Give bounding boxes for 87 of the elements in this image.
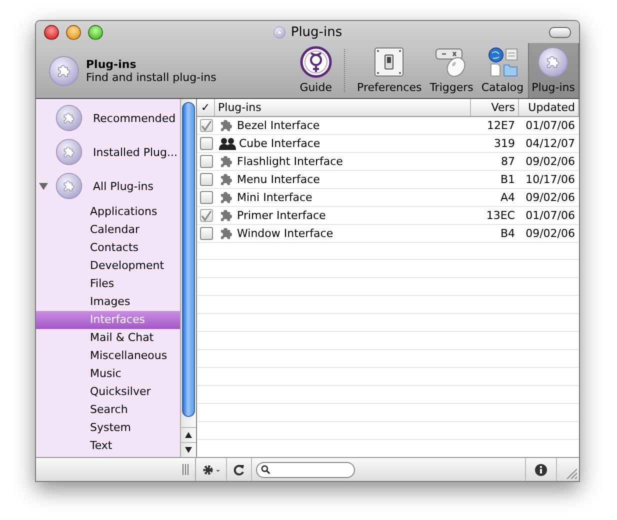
switch-panel-icon: [373, 46, 406, 78]
info-icon[interactable]: [535, 464, 547, 476]
sidebar-item[interactable]: Images: [36, 293, 180, 311]
sidebar-item[interactable]: Files: [36, 275, 180, 293]
toolbar-button[interactable]: Triggers: [426, 43, 478, 98]
resize-grip-icon[interactable]: [566, 468, 577, 479]
version-cell: 319: [494, 137, 515, 150]
search-icon: [261, 464, 270, 475]
checkbox[interactable]: [200, 137, 212, 150]
version-cell: 12E7: [487, 119, 515, 132]
version-cell: 13EC: [486, 209, 515, 222]
puzzle-piece-icon: [219, 172, 234, 187]
header-subtitle: Find and install plug-ins: [86, 70, 216, 84]
date-cell: 10/17/06: [526, 173, 575, 186]
sidebar-item[interactable]: Development: [36, 257, 180, 275]
minimize-button[interactable]: [66, 24, 81, 40]
puzzle-piece-icon: [219, 154, 234, 169]
toolbar-button[interactable]: Plug-ins: [528, 43, 579, 98]
plugin-name: Menu Interface: [237, 173, 320, 186]
sidebar-item[interactable]: Music: [36, 365, 180, 383]
scroll-thumb[interactable]: [182, 102, 195, 417]
plugin-name: Flashlight Interface: [237, 155, 343, 168]
people-icon: [219, 137, 236, 150]
column-header[interactable]: Updated: [519, 99, 579, 116]
toolbar-button[interactable]: Guide: [296, 43, 336, 98]
disclosure-triangle-icon[interactable]: [39, 182, 48, 190]
date-cell: 09/02/06: [526, 191, 575, 204]
date-cell: 04/12/07: [526, 137, 575, 150]
checkbox[interactable]: [200, 119, 212, 132]
sidebar-item[interactable]: Text: [36, 437, 180, 455]
version-cell: B1: [500, 173, 515, 186]
date-cell: 01/07/06: [526, 119, 575, 132]
version-cell: B4: [500, 227, 515, 240]
window-title: Plug-ins: [290, 24, 342, 40]
version-cell: A4: [500, 191, 515, 204]
sidebar-item[interactable]: Calendar: [36, 221, 180, 239]
refresh-icon: [233, 464, 245, 476]
gear-icon: [202, 464, 220, 476]
toolbar-toggle-button[interactable]: [549, 26, 571, 38]
plugin-name: Cube Interface: [239, 137, 320, 150]
column-header[interactable]: ✓: [197, 99, 215, 116]
header-title: Plug-ins: [86, 58, 138, 70]
puzzle-badge-icon: [272, 26, 286, 38]
puzzle-piece-icon: [219, 118, 234, 133]
scroll-down-icon[interactable]: [185, 447, 192, 453]
toolbar-button[interactable]: Preferences: [353, 43, 426, 98]
puzzle-piece-icon: [219, 226, 234, 241]
sidebar-item[interactable]: Miscellaneous: [36, 347, 180, 365]
scroll-up-icon[interactable]: [185, 432, 192, 438]
checkbox[interactable]: [200, 191, 212, 204]
plugin-name: Primer Interface: [237, 209, 326, 222]
close-button[interactable]: [44, 24, 59, 40]
version-cell: 87: [501, 155, 515, 168]
date-cell: 01/07/06: [526, 209, 575, 222]
checkbox[interactable]: [200, 155, 212, 168]
sidebar-item[interactable]: Installed Plug...: [93, 146, 178, 158]
date-cell: 09/02/06: [526, 155, 575, 168]
puzzle-badge-icon: [55, 104, 83, 132]
column-header[interactable]: Vers: [471, 99, 519, 116]
sidebar-item[interactable]: Quicksilver: [36, 383, 180, 401]
date-cell: 09/02/06: [526, 227, 575, 240]
plugin-name: Bezel Interface: [237, 119, 320, 132]
search-field[interactable]: [256, 462, 355, 478]
sidebar-item[interactable]: All Plug-ins: [93, 180, 154, 192]
column-header[interactable]: Plug-ins: [215, 99, 471, 116]
puzzle-badge-icon: [55, 172, 83, 200]
sidebar-item[interactable]: Recommended: [93, 112, 176, 124]
sidebar-item[interactable]: Mail & Chat: [36, 329, 180, 347]
plugin-name: Mini Interface: [237, 191, 312, 204]
globe-documents-icon: [486, 46, 518, 78]
puzzle-piece-icon: [219, 208, 234, 223]
puzzle-badge-icon: [48, 54, 80, 86]
checkbox[interactable]: [200, 209, 212, 222]
sidebar-item[interactable]: Search: [36, 401, 180, 419]
checkbox[interactable]: [200, 173, 212, 186]
plugin-name: Window Interface: [237, 227, 334, 240]
puzzle-badge-icon: [537, 46, 570, 78]
sidebar-item[interactable]: System: [36, 419, 180, 437]
sidebar-item[interactable]: Applications: [36, 203, 180, 221]
zoom-button[interactable]: [88, 24, 103, 40]
puzzle-piece-icon: [219, 190, 234, 205]
puzzle-badge-icon: [55, 138, 83, 166]
scrollbar[interactable]: [180, 99, 196, 457]
sidebar-item[interactable]: Contacts: [36, 239, 180, 257]
checkbox[interactable]: [200, 227, 212, 240]
resize-handle-icon[interactable]: [182, 464, 189, 475]
toolbar-button[interactable]: Catalog: [477, 43, 528, 98]
